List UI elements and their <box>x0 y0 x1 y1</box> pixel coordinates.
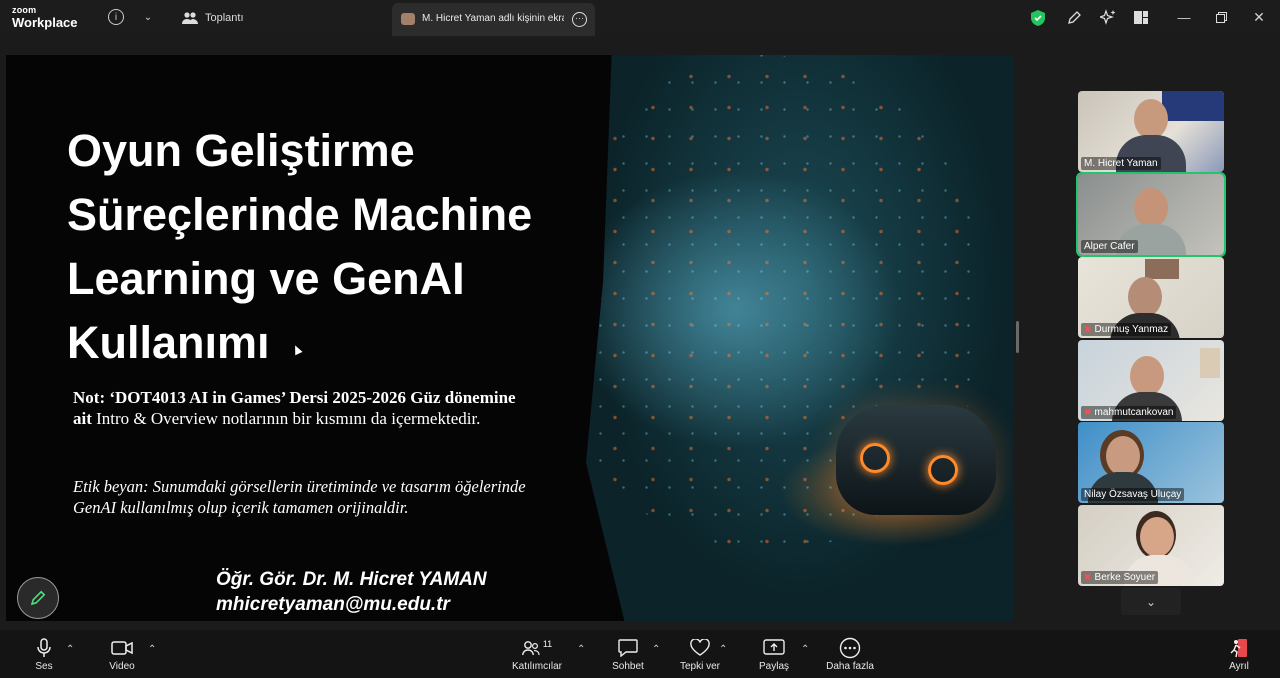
video-button[interactable]: Video <box>102 637 142 672</box>
close-icon[interactable]: ✕ <box>1252 9 1266 25</box>
participant-tile[interactable]: ✖ Berke Soyuer <box>1078 505 1224 586</box>
chevron-down-icon[interactable]: ⌄ <box>140 9 156 25</box>
microphone-muted-icon: ✖ <box>1084 407 1092 417</box>
minimize-icon[interactable]: — <box>1177 10 1191 25</box>
sharer-avatar <box>401 13 415 25</box>
participant-name: Alper Cafer <box>1081 240 1138 253</box>
video-camera-icon <box>102 637 142 659</box>
ai-companion-icon[interactable] <box>1099 8 1117 26</box>
wall-photo <box>1200 348 1220 378</box>
heart-icon <box>676 637 724 659</box>
avatar <box>1134 188 1168 228</box>
info-icon[interactable]: i <box>108 9 124 25</box>
avatar <box>1128 277 1162 317</box>
participants-button[interactable]: 11 Katılımcılar <box>508 637 566 672</box>
video-options-caret-icon[interactable]: ⌃ <box>148 644 156 655</box>
annotate-pen-icon[interactable] <box>1066 9 1082 27</box>
avatar <box>1130 356 1164 396</box>
participant-tile[interactable]: M. Hicret Yaman <box>1078 91 1224 172</box>
react-button[interactable]: Tepki ver <box>676 637 724 672</box>
share-screen-button[interactable]: Paylaş <box>754 637 794 672</box>
audio-button[interactable]: Ses <box>24 637 64 672</box>
slide-note: Not: ‘DOT4013 AI in Games’ Dersi 2025-20… <box>73 388 516 428</box>
microphone-icon <box>24 637 64 659</box>
participant-name: M. Hicret Yaman <box>1081 157 1161 170</box>
audio-options-caret-icon[interactable]: ⌃ <box>66 644 74 655</box>
slide-ethics-statement: Etik beyan: Sunumdaki görsellerin üretim… <box>73 477 526 517</box>
scroll-participants-down-button[interactable]: ⌄ <box>1121 588 1181 615</box>
participants-icon <box>521 641 540 656</box>
more-dots-icon <box>822 637 878 659</box>
screen-share-title: M. Hicret Yaman adlı kişinin ekranı <box>422 13 564 24</box>
shared-slide: Oyun Geliştirme Süreçlerinde Machine Lea… <box>6 55 1013 621</box>
avatar <box>1106 436 1140 476</box>
microphone-muted-icon: ✖ <box>1084 324 1092 334</box>
participants-options-caret-icon[interactable]: ⌃ <box>577 644 585 655</box>
restore-icon[interactable] <box>1214 10 1228 24</box>
security-shield-icon[interactable] <box>1030 9 1046 27</box>
wall-poster <box>1145 259 1179 279</box>
react-options-caret-icon[interactable]: ⌃ <box>719 644 727 655</box>
participant-name: Nilay Özsavaş Uluçay <box>1081 488 1185 501</box>
layout-view-icon[interactable] <box>1133 9 1149 25</box>
game-controller-image <box>836 405 996 515</box>
chat-button[interactable]: Sohbet <box>608 637 648 672</box>
participant-name: ✖ Durmuş Yanmaz <box>1081 323 1172 336</box>
avatar <box>1134 99 1168 139</box>
share-options-caret-icon[interactable]: ⌃ <box>801 644 809 655</box>
participant-tile[interactable]: ✖ mahmutcankovan <box>1078 340 1224 421</box>
slide-author: Öğr. Gör. Dr. M. Hicret YAMAN mhicretyam… <box>216 569 487 615</box>
panel-resize-handle[interactable] <box>1016 321 1019 353</box>
zoom-workplace-logo: zoom Workplace <box>12 5 78 30</box>
leave-button[interactable]: Ayrıl <box>1222 637 1256 672</box>
wall-painting <box>1162 91 1224 121</box>
brain-controller-artwork <box>586 55 1013 621</box>
slide-title: Oyun Geliştirme Süreçlerinde Machine Lea… <box>67 125 533 368</box>
leave-door-icon <box>1222 637 1256 659</box>
chat-bubble-icon <box>608 637 648 659</box>
chevron-down-icon: ⌄ <box>1145 594 1157 609</box>
meeting-label: Toplantı <box>205 12 244 24</box>
annotation-pen-button[interactable] <box>17 577 59 619</box>
microphone-muted-icon: ✖ <box>1084 572 1092 582</box>
share-screen-icon <box>754 637 794 659</box>
participant-tile-active-speaker[interactable]: Alper Cafer <box>1076 172 1226 257</box>
more-button[interactable]: Daha fazla <box>822 637 878 672</box>
participant-name: ✖ Berke Soyuer <box>1081 571 1159 584</box>
avatar <box>1140 517 1174 557</box>
participant-count: 11 <box>542 639 553 649</box>
chat-options-caret-icon[interactable]: ⌃ <box>652 644 660 655</box>
more-options-icon[interactable]: ··· <box>572 12 587 27</box>
meeting-people-icon <box>181 10 199 26</box>
participant-name: ✖ mahmutcankovan <box>1081 406 1177 419</box>
participant-tile[interactable]: ✖ Durmuş Yanmaz <box>1078 257 1224 338</box>
screen-share-tab[interactable]: M. Hicret Yaman adlı kişinin ekranı ··· <box>392 3 595 36</box>
title-bar: zoom Workplace i ⌄ Toplantı M. Hicret Ya… <box>0 0 1280 38</box>
meeting-controls-toolbar: Ses ⌃ Video ⌃ 11 Katılımcılar ⌃ Sohbet ⌃… <box>0 630 1280 678</box>
participant-tile[interactable]: Nilay Özsavaş Uluçay <box>1078 422 1224 503</box>
